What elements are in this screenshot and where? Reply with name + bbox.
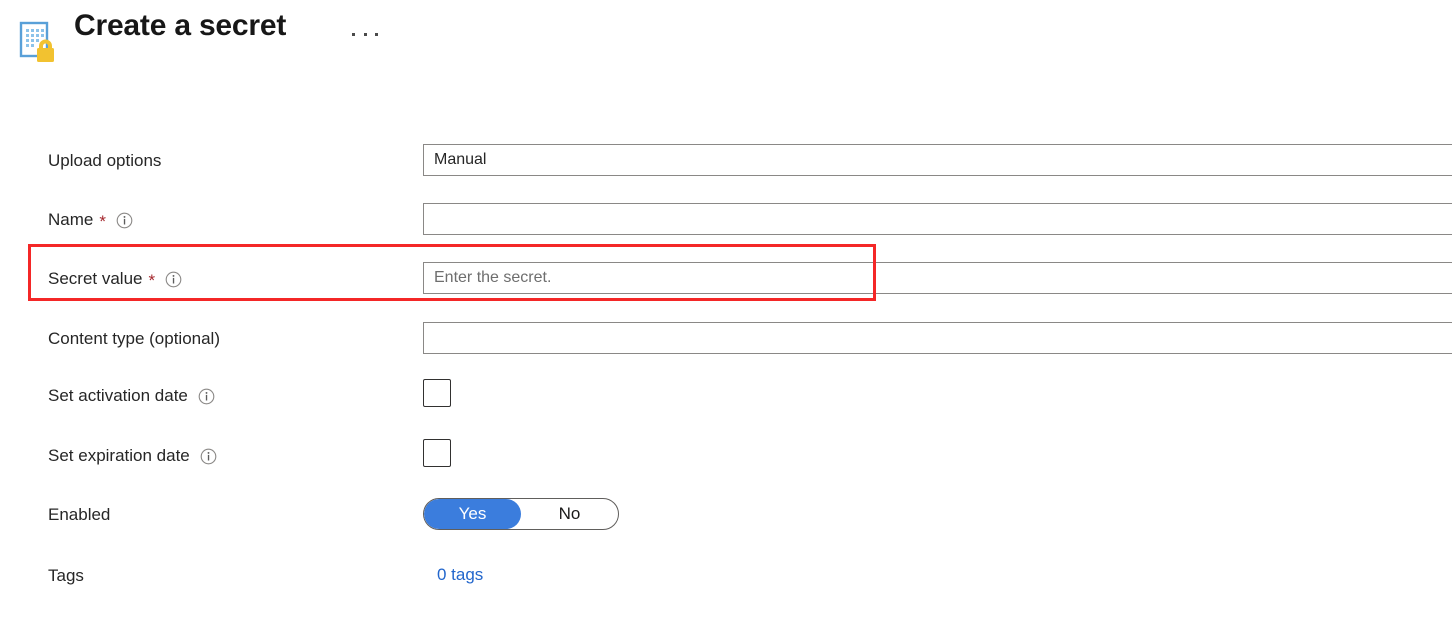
label-set-expiration-date: Set expiration date (48, 447, 217, 464)
page-title: Create a secret (74, 9, 287, 42)
form-row-name: Name * (0, 199, 1452, 239)
control-enabled: Yes No (423, 498, 619, 530)
label-enabled: Enabled (48, 506, 110, 523)
enabled-toggle[interactable]: Yes No (423, 498, 619, 530)
info-icon[interactable] (116, 212, 133, 229)
secret-value-input[interactable] (423, 262, 1452, 294)
enabled-toggle-option-yes[interactable]: Yes (424, 499, 521, 529)
form-row-content-type: Content type (optional) (0, 318, 1452, 358)
label-text: Secret value (48, 268, 143, 288)
control-tags: 0 tags (437, 565, 483, 585)
label-text: Name (48, 209, 94, 229)
ellipsis-dot (363, 32, 367, 36)
info-icon[interactable] (165, 271, 182, 288)
label-text: Content type (optional) (48, 328, 220, 348)
control-name (423, 203, 1452, 235)
label-upload-options: Upload options (48, 152, 161, 169)
label-text: Enabled (48, 504, 111, 524)
form-row-tags: Tags 0 tags (0, 555, 1452, 595)
page-header: Create a secret (0, 0, 1452, 100)
form-row-upload-options: Upload options (0, 140, 1452, 180)
label-tags: Tags (48, 567, 84, 584)
form-row-enabled: Enabled Yes No (0, 494, 1452, 534)
label-secret-value: Secret value * (48, 268, 182, 290)
info-icon[interactable] (200, 448, 217, 465)
control-set-activation-date (423, 378, 451, 412)
control-set-expiration-date (423, 438, 451, 472)
form-row-secret-value: Secret value * (0, 258, 1452, 298)
info-icon[interactable] (198, 388, 215, 405)
name-input[interactable] (423, 203, 1452, 235)
key-vault-secret-icon (18, 19, 62, 63)
control-secret-value (423, 262, 1452, 294)
create-secret-page: Create a secret Upload options Name * (0, 0, 1452, 639)
ellipsis-dot (352, 32, 355, 36)
control-upload-options (423, 144, 1452, 176)
form-row-set-expiration-date: Set expiration date (0, 435, 1452, 475)
required-asterisk: * (148, 270, 156, 290)
form-row-set-activation-date: Set activation date (0, 375, 1452, 415)
enabled-toggle-option-no[interactable]: No (521, 499, 618, 529)
label-set-activation-date: Set activation date (48, 387, 215, 404)
content-type-input[interactable] (423, 322, 1452, 354)
ellipsis-dot (375, 32, 378, 36)
set-activation-date-checkbox[interactable] (423, 378, 451, 407)
label-name: Name * (48, 209, 133, 231)
label-text: Set activation date (48, 385, 188, 405)
required-asterisk: * (99, 211, 106, 231)
upload-options-input[interactable] (423, 144, 1452, 176)
label-content-type: Content type (optional) (48, 330, 220, 347)
label-text: Set expiration date (48, 445, 190, 465)
more-options-icon[interactable] (352, 23, 378, 45)
set-expiration-date-checkbox[interactable] (423, 438, 451, 467)
tags-link[interactable]: 0 tags (437, 565, 483, 584)
label-text: Tags (48, 565, 84, 585)
control-content-type (423, 322, 1452, 354)
label-text: Upload options (48, 150, 162, 170)
